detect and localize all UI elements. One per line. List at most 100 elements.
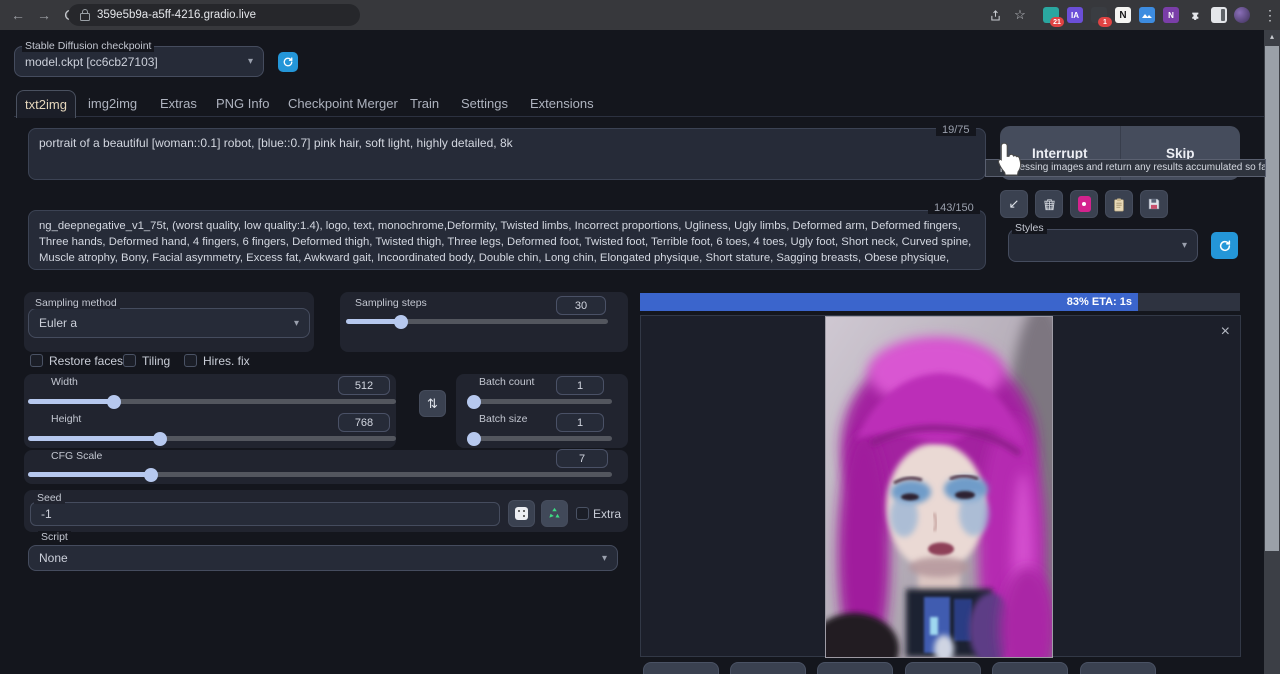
stable-diffusion-webui: ← → 359e5b9a-a5ff-4216.gradio.live ☆ 21 …: [0, 0, 1280, 674]
prompt-input[interactable]: portrait of a beautiful [woman::0.1] rob…: [28, 128, 986, 180]
generation-progress-bar: 83% ETA: 1s: [640, 293, 1240, 311]
checkpoint-value: model.ckpt [cc6cb27103]: [25, 55, 158, 69]
sampling-method-dropdown[interactable]: Euler a ▾: [28, 308, 310, 338]
batch-size-slider[interactable]: [468, 436, 612, 441]
sampling-method-label: Sampling method: [32, 297, 120, 309]
scroll-up-icon[interactable]: ▴: [1264, 30, 1280, 44]
onenote-icon[interactable]: N: [1163, 7, 1179, 23]
kebab-menu-icon[interactable]: ⋮: [1258, 0, 1280, 30]
sampling-steps-value[interactable]: 30: [556, 296, 606, 315]
gallery-action-button[interactable]: [817, 662, 893, 674]
gallery-action-button[interactable]: [643, 662, 719, 674]
address-bar[interactable]: 359e5b9a-a5ff-4216.gradio.live: [68, 4, 360, 26]
height-slider[interactable]: [28, 436, 396, 441]
recycle-icon: [547, 506, 562, 521]
gallery-action-button[interactable]: [730, 662, 806, 674]
tab-txt2img[interactable]: txt2img: [16, 90, 76, 118]
profile-avatar[interactable]: [1234, 7, 1250, 23]
hires-fix-checkbox[interactable]: [184, 354, 197, 367]
output-gallery: ×: [640, 315, 1241, 657]
extension-teal-icon[interactable]: 21: [1043, 7, 1059, 23]
tab-checkpoint-merger[interactable]: Checkpoint Merger: [288, 90, 398, 116]
image-extension-icon[interactable]: [1139, 7, 1155, 23]
negative-prompt-input[interactable]: ng_deepnegative_v1_75t, (worst quality, …: [28, 210, 986, 270]
chevron-down-icon: ▾: [248, 56, 253, 67]
browser-toolbar: ← → 359e5b9a-a5ff-4216.gradio.live ☆ 21 …: [0, 0, 1280, 30]
tab-train[interactable]: Train: [410, 90, 439, 116]
styles-label: Styles: [1012, 222, 1047, 234]
batch-size-label: Batch size: [476, 413, 530, 425]
lock-icon: [80, 13, 90, 21]
trash-basket-icon: [1042, 197, 1057, 212]
progress-text: 83% ETA: 1s: [1067, 296, 1132, 308]
chevron-down-icon: ▾: [602, 553, 607, 564]
close-icon[interactable]: ×: [1221, 324, 1230, 340]
tab-extras[interactable]: Extras: [160, 90, 197, 116]
mouse-cursor: [993, 140, 1023, 185]
share-icon[interactable]: [983, 0, 1007, 30]
tiling-checkbox[interactable]: [123, 354, 136, 367]
styles-refresh-button[interactable]: [1211, 232, 1238, 259]
save-style-button[interactable]: [1140, 190, 1168, 218]
arrow-down-left-icon: ↙: [1009, 196, 1020, 212]
back-icon[interactable]: ←: [6, 0, 30, 30]
seed-extra-label: Extra: [593, 507, 621, 521]
scrollbar-thumb[interactable]: [1265, 46, 1279, 551]
cfg-scale-slider[interactable]: [28, 472, 612, 477]
height-label: Height: [48, 413, 84, 425]
checkpoint-refresh-button[interactable]: [278, 52, 298, 72]
sidebar-icon[interactable]: [1211, 7, 1227, 23]
paste-generation-params-button[interactable]: ↙: [1000, 190, 1028, 218]
restore-faces-checkbox[interactable]: [30, 354, 43, 367]
batch-count-label: Batch count: [476, 376, 537, 388]
seed-extra-checkbox[interactable]: [576, 507, 589, 520]
script-dropdown[interactable]: None ▾: [28, 545, 618, 571]
extension-badge: 1: [1098, 17, 1112, 27]
interrupt-tooltip: processing images and return any results…: [985, 159, 1266, 177]
seed-input[interactable]: -1: [30, 502, 500, 526]
gallery-action-button[interactable]: [905, 662, 981, 674]
generated-image[interactable]: [826, 317, 1052, 657]
extra-networks-button[interactable]: [1070, 190, 1098, 218]
extension-ia-icon[interactable]: IA: [1067, 7, 1083, 23]
dice-icon: [515, 507, 528, 520]
notion-icon[interactable]: N: [1115, 7, 1131, 23]
refresh-icon: [282, 56, 294, 68]
sampling-method-value: Euler a: [39, 316, 77, 330]
clear-prompt-button[interactable]: [1035, 190, 1063, 218]
random-seed-button[interactable]: [508, 500, 535, 527]
forward-icon[interactable]: →: [32, 0, 56, 30]
batch-count-value[interactable]: 1: [556, 376, 604, 395]
tab-img2img[interactable]: img2img: [88, 90, 137, 116]
save-icon: [1147, 197, 1161, 211]
batch-size-value[interactable]: 1: [556, 413, 604, 432]
batch-count-slider[interactable]: [468, 399, 612, 404]
cfg-scale-value[interactable]: 7: [556, 449, 608, 468]
page-scrollbar[interactable]: ▴: [1264, 30, 1280, 674]
extension-capture-icon[interactable]: 1: [1091, 7, 1107, 23]
swap-arrows-icon: ⇅: [427, 396, 438, 412]
swap-dimensions-button[interactable]: ⇅: [419, 390, 446, 417]
script-label: Script: [38, 531, 71, 543]
sampling-steps-slider[interactable]: [346, 319, 608, 324]
negative-prompt-token-counter: 143/150: [928, 202, 980, 214]
bookmark-star-icon[interactable]: ☆: [1008, 0, 1032, 30]
tab-extensions[interactable]: Extensions: [530, 90, 594, 116]
extensions-puzzle-icon[interactable]: [1187, 7, 1203, 23]
tab-settings[interactable]: Settings: [461, 90, 508, 116]
width-value[interactable]: 512: [338, 376, 390, 395]
height-value[interactable]: 768: [338, 413, 390, 432]
tab-png-info[interactable]: PNG Info: [216, 90, 269, 116]
seed-value: -1: [41, 507, 52, 521]
width-label: Width: [48, 376, 81, 388]
extension-badge: 21: [1050, 17, 1064, 27]
width-slider[interactable]: [28, 399, 396, 404]
gallery-action-button[interactable]: [1080, 662, 1156, 674]
card-icon: [1078, 196, 1091, 212]
reuse-seed-button[interactable]: [541, 500, 568, 527]
cfg-scale-label: CFG Scale: [48, 450, 105, 462]
apply-style-button[interactable]: [1105, 190, 1133, 218]
tab-divider: [14, 116, 1266, 117]
gallery-action-button[interactable]: [992, 662, 1068, 674]
cfg-panel: [24, 450, 628, 484]
